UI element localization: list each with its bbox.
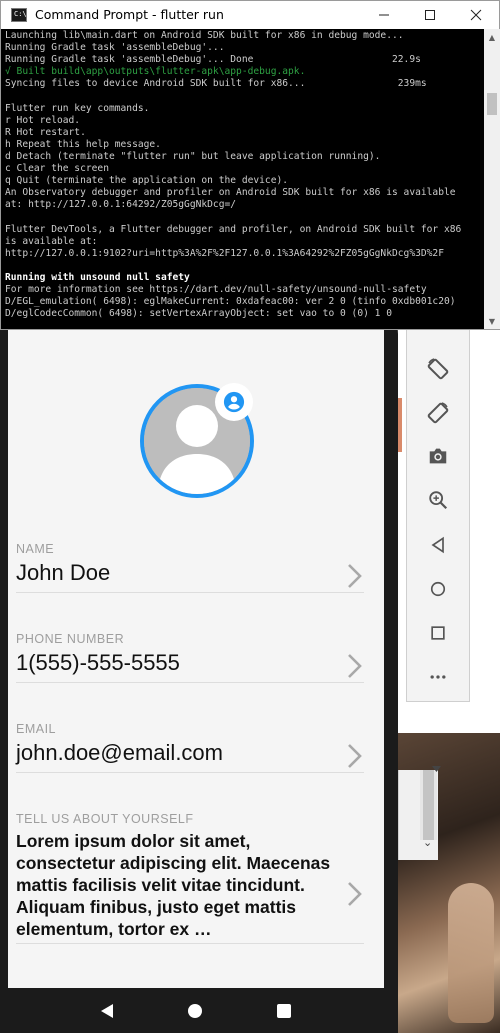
android-navigation-bar (8, 988, 384, 1033)
terminal-line: D/EGL_emulation( 6498): eglMakeCurrent: … (5, 296, 456, 308)
field-value: Lorem ipsum dolor sit amet, consectetur … (16, 831, 331, 939)
nav-home-icon[interactable] (187, 1003, 202, 1018)
phone-screen: Edit Profile NAME John Doe PHONE NUMBER … (8, 300, 384, 988)
terminal-line: c Clear the screen (5, 163, 109, 175)
emulator-side-accent (398, 398, 402, 452)
terminal-line: Running Gradle task 'assembleDebug'... D… (5, 54, 421, 66)
background-window-scrollbar[interactable] (420, 770, 437, 840)
scroll-up-icon[interactable]: ▲ (484, 29, 500, 45)
chevron-right-icon (348, 654, 362, 678)
android-emulator-device: Edit Profile NAME John Doe PHONE NUMBER … (0, 300, 398, 1033)
terminal-output[interactable]: Launching lib\main.dart on Android SDK b… (1, 29, 484, 329)
terminal-line: d Detach (terminate "flutter run" but le… (5, 150, 381, 162)
scroll-down-icon[interactable]: ▼ (484, 313, 500, 329)
window-title: Command Prompt - flutter run (35, 7, 224, 22)
minimize-button[interactable] (361, 1, 407, 29)
nav-back-icon[interactable] (101, 1003, 114, 1018)
field-value: 1(555)-555-5555 (16, 650, 180, 675)
field-label: TELL US ABOUT YOURSELF (16, 812, 194, 826)
terminal-line: An Observatory debugger and profiler on … (5, 187, 456, 199)
terminal-line: q Quit (terminate the application on the… (5, 175, 289, 187)
scrollbar-arrows (432, 766, 441, 772)
terminal-line: Flutter run key commands. (5, 102, 150, 114)
maximize-button[interactable] (407, 1, 453, 29)
terminal-line: http://127.0.0.1:9102?uri=http%3A%2F%2F1… (5, 247, 444, 259)
terminal-line: R Hot restart. (5, 126, 86, 138)
nav-recents-icon[interactable] (276, 1003, 291, 1018)
terminal-scrollbar[interactable]: ▲ ▼ (484, 29, 500, 329)
window-titlebar[interactable]: C:\ Command Prompt - flutter run (1, 1, 499, 29)
about-field[interactable]: TELL US ABOUT YOURSELF Lorem ipsum dolor… (16, 812, 364, 944)
desktop-background (470, 330, 500, 730)
close-button[interactable] (453, 1, 499, 29)
email-field[interactable]: EMAIL john.doe@email.com (16, 722, 364, 773)
field-value: John Doe (16, 560, 111, 585)
field-value: john.doe@email.com (16, 740, 223, 765)
chevron-right-icon (348, 564, 362, 588)
field-label: PHONE NUMBER (16, 632, 125, 646)
edit-avatar-button[interactable] (215, 383, 253, 421)
field-label: NAME (16, 542, 55, 556)
terminal-line: r Hot reload. (5, 114, 81, 126)
scrollbar-thumb[interactable] (487, 93, 497, 115)
account-circle-icon (223, 391, 245, 413)
terminal-icon: C:\ (11, 8, 27, 22)
terminal-line: Running with unsound null safety (5, 271, 190, 283)
chevron-right-icon (348, 744, 362, 768)
terminal-line: Syncing files to device Android SDK buil… (5, 78, 427, 90)
terminal-line: at: http://127.0.0.1:64292/Z05gGgNkDcg=/ (5, 199, 237, 211)
terminal-line: h Repeat this help message. (5, 138, 161, 150)
name-field[interactable]: NAME John Doe (16, 542, 364, 593)
command-prompt-window: C:\ Command Prompt - flutter run Launchi… (0, 0, 500, 330)
terminal-line: Flutter DevTools, a Flutter debugger and… (5, 223, 462, 235)
emulator-scrollbar[interactable] (428, 330, 445, 778)
chevron-right-icon (348, 882, 362, 906)
terminal-line: Running Gradle task 'assembleDebug'... (5, 42, 225, 54)
terminal-line: √ Built build\app\outputs\flutter-apk\ap… (5, 66, 306, 78)
phone-number-field[interactable]: PHONE NUMBER 1(555)-555-5555 (16, 632, 364, 683)
maximize-icon (425, 10, 435, 20)
minimize-icon (379, 14, 389, 16)
terminal-line: For more information see https://dart.de… (5, 283, 427, 295)
terminal-line: Launching lib\main.dart on Android SDK b… (5, 30, 404, 41)
terminal-line: is available at: (5, 235, 98, 247)
terminal-line: D/eglCodecCommon( 6498): setVertexArrayO… (5, 308, 392, 320)
close-icon (470, 9, 482, 21)
field-label: EMAIL (16, 722, 57, 736)
terminal-cursor-line (5, 320, 484, 329)
